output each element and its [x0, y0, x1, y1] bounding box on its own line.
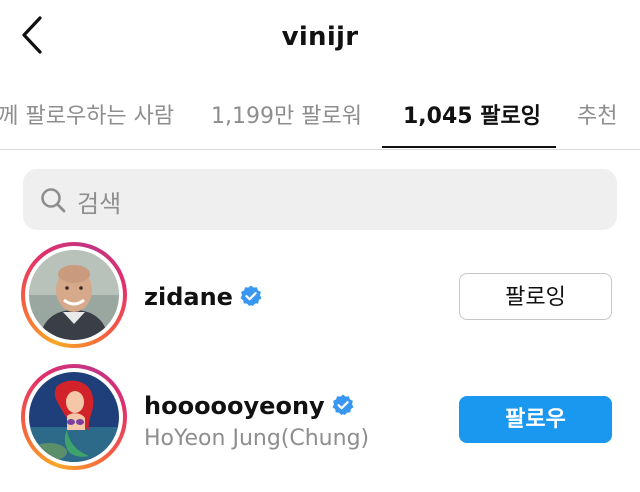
username-text: hoooooyeony [144, 392, 325, 420]
tab-mutual-followers[interactable]: 함께 팔로우하는 사람 [0, 98, 174, 130]
full-name: HoYeon Jung(Chung) [144, 426, 370, 451]
tab-following[interactable]: 1,045 팔로잉 [403, 98, 541, 130]
search-icon [41, 188, 66, 213]
list-item[interactable]: hoooooyeony HoYeon Jung(Chung) 팔로우 [0, 364, 640, 474]
avatar[interactable] [21, 242, 127, 348]
avatar-photo [29, 372, 119, 462]
follow-button[interactable]: 팔로우 [459, 396, 612, 443]
username-text: zidane [144, 283, 233, 311]
username[interactable]: zidane [144, 283, 263, 311]
verified-badge-icon [240, 285, 262, 306]
tab-bar: 함께 팔로우하는 사람 1,199만 팔로워 1,045 팔로잉 추천 [0, 82, 640, 150]
avatar[interactable] [21, 364, 127, 470]
avatar-photo [29, 250, 119, 340]
list-item[interactable]: zidane 팔로잉 [0, 242, 640, 352]
search-input[interactable]: 검색 [23, 169, 617, 230]
following-button[interactable]: 팔로잉 [459, 273, 612, 320]
page-title: vinijr [281, 22, 359, 52]
tab-followers[interactable]: 1,199만 팔로워 [211, 98, 362, 130]
tab-suggested[interactable]: 추천 [577, 98, 617, 130]
verified-badge-icon [332, 394, 354, 415]
profile-photo-image [29, 372, 119, 462]
following-screen: vinijr 함께 팔로우하는 사람 1,199만 팔로워 1,045 팔로잉 … [0, 0, 640, 492]
header: vinijr [0, 0, 640, 80]
username[interactable]: hoooooyeony [144, 392, 355, 420]
search-placeholder: 검색 [77, 190, 122, 218]
divider [0, 149, 640, 150]
profile-photo-image [29, 250, 119, 340]
active-tab-indicator [382, 146, 556, 148]
